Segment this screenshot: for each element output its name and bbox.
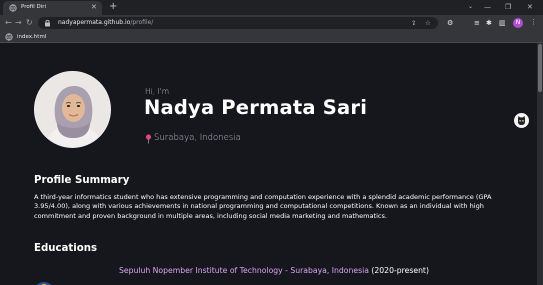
education-heading: Educations	[34, 243, 98, 254]
lock-icon	[45, 19, 50, 27]
media-list-icon[interactable]: ≡	[474, 18, 480, 28]
maximize-icon[interactable]: ❐	[505, 1, 511, 13]
web-page: Hi, I'm Nadya Permata Sari Surabaya, Ind…	[0, 43, 537, 285]
minimize-icon[interactable]: —	[484, 1, 491, 13]
school-name[interactable]: Sepuluh Nopember Institute of Technology…	[119, 266, 369, 275]
bookmark-star-icon[interactable]: ☆	[425, 18, 431, 28]
globe-icon	[9, 4, 17, 12]
close-tab-icon[interactable]: ✕	[91, 2, 97, 13]
education-entry: Sepuluh Nopember Institute of Technology…	[119, 266, 429, 275]
share-icon[interactable]: ⇪	[411, 18, 416, 28]
back-icon[interactable]: ←	[5, 16, 12, 30]
browser-tab[interactable]: Profil Diri ✕	[3, 1, 102, 15]
extension-puzzle-icon[interactable]: ✱	[486, 18, 492, 28]
tab-search-icon[interactable]: ⌄	[468, 3, 473, 10]
location-text: Surabaya, Indonesia	[154, 133, 241, 143]
url-path: /profile/	[130, 19, 154, 26]
url-host: nadyapermata.github.io	[58, 19, 131, 26]
summary-text: A third-year informatics student who has…	[34, 193, 492, 220]
reload-icon[interactable]: ↻	[26, 16, 33, 30]
profile-photo	[34, 71, 111, 148]
profile-avatar[interactable]: N	[513, 18, 523, 28]
side-panel-icon[interactable]: ▥	[499, 18, 506, 28]
forward-icon[interactable]: →	[15, 16, 22, 30]
close-window-icon[interactable]: ✕	[527, 1, 533, 13]
map-pin-icon	[145, 134, 152, 144]
scrollbar-thumb[interactable]	[538, 44, 542, 92]
url-text: nadyapermata.github.io/profile/	[58, 18, 153, 28]
more-menu-icon[interactable]: ⋮	[530, 18, 537, 26]
tab-title: Profil Diri	[21, 4, 47, 10]
person-portrait-image	[35, 72, 110, 147]
bookmark-label: index.html	[17, 34, 47, 40]
dark-mode-toggle-icon[interactable]	[514, 113, 529, 128]
new-tab-button[interactable]: +	[109, 1, 117, 13]
browser-tab-strip: Profil Diri ✕ + ⌄ — ❐ ✕	[0, 0, 543, 15]
education-years: (2020-present)	[371, 266, 429, 275]
summary-heading: Profile Summary	[34, 175, 130, 186]
university-logo-icon	[36, 282, 52, 285]
browser-toolbar: ← → ↻ nadyapermata.github.io/profile/ ⇪ …	[0, 15, 543, 31]
bookmarks-bar: index.html	[0, 31, 543, 43]
cat-glyph-icon	[518, 116, 525, 125]
extensions-menu-icon[interactable]: ⚙	[447, 18, 453, 28]
globe-icon	[5, 33, 13, 41]
greeting-text: Hi, I'm	[145, 87, 170, 96]
address-bar[interactable]: nadyapermata.github.io/profile/ ⇪ ☆	[38, 17, 438, 29]
profile-name: Nadya Permata Sari	[144, 96, 368, 119]
